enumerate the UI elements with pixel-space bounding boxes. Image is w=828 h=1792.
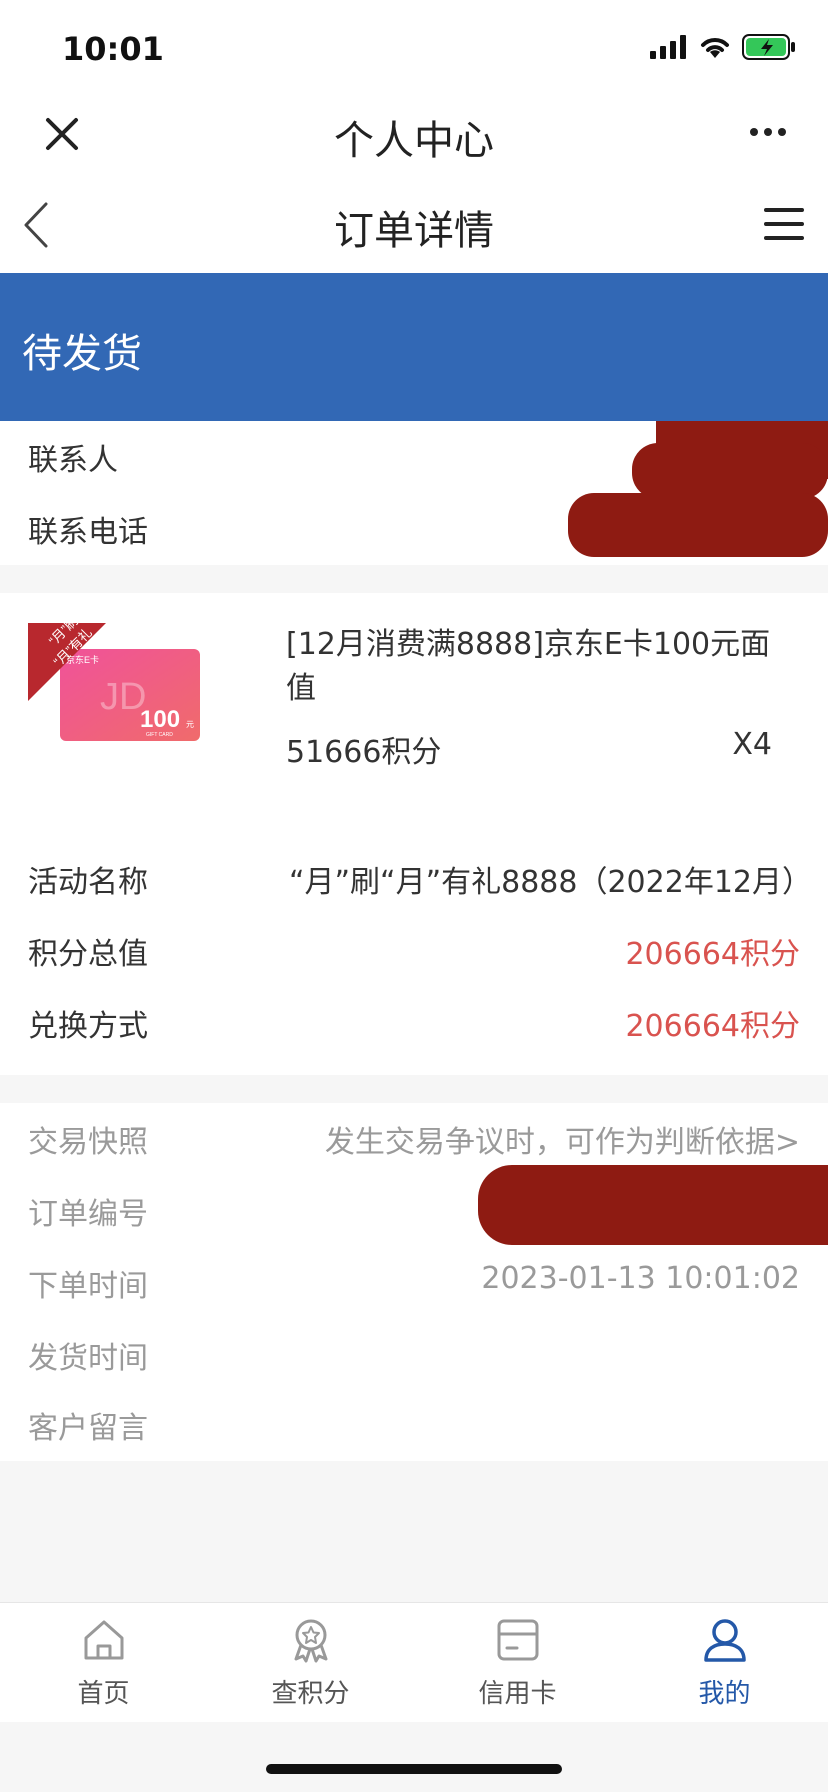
wifi-icon (701, 38, 729, 58)
redaction-mark (632, 443, 828, 499)
activity-name-value: “月”刷“月”有礼8888（2022年12月） (288, 865, 812, 900)
award-icon (294, 1619, 327, 1663)
page-header: 订单详情 (0, 180, 828, 273)
contact-section: 联系人 联系电话 (0, 421, 828, 565)
snapshot-link[interactable]: 发生交易争议时，可作为判断依据> (325, 1117, 800, 1161)
tab-home-label: 首页 (77, 1679, 130, 1709)
home-indicator-area (0, 1722, 828, 1792)
points-total-row: 积分总值 206664积分 (0, 915, 828, 987)
tab-mine-label: 我的 (698, 1679, 751, 1709)
tab-credit-card[interactable]: 信用卡 (414, 1603, 621, 1723)
order-info-section: 交易快照 发生交易争议时，可作为判断依据> 订单编号 下单时间 2023-01-… (0, 1103, 828, 1461)
ship-time-label: 发货时间 (28, 1341, 148, 1376)
exchange-method-value: 206664积分 (625, 1009, 800, 1044)
product-image: “月”刷 “月”有礼 京东E卡 JD 100 元 GIFT CARD (28, 623, 200, 741)
menu-icon[interactable] (762, 202, 806, 246)
card-value: 100 (140, 706, 180, 733)
snapshot-label: 交易快照 (28, 1125, 148, 1160)
battery-charging-icon (742, 34, 795, 60)
points-total-value: 206664积分 (625, 937, 800, 972)
status-time: 10:01 (62, 30, 164, 68)
home-indicator[interactable] (266, 1764, 562, 1774)
order-time-value: 2023-01-13 10:01:02 (481, 1261, 800, 1296)
ship-time-row: 发货时间 (0, 1319, 828, 1391)
tab-credit-card-label: 信用卡 (478, 1679, 557, 1709)
contact-phone-label: 联系电话 (28, 515, 148, 550)
more-icon[interactable] (748, 120, 788, 144)
order-status-text: 待发货 (22, 331, 142, 377)
status-bar: 10:01 (0, 0, 828, 90)
status-icons (650, 34, 796, 60)
order-number-label: 订单编号 (28, 1197, 148, 1232)
wechat-nav-bar: 个人中心 (0, 90, 828, 180)
exchange-method-row: 兑换方式 206664积分 (0, 987, 828, 1059)
remark-label: 客户留言 (28, 1411, 148, 1446)
order-time-label: 下单时间 (28, 1269, 148, 1304)
card-brand: 京东E卡 (66, 654, 99, 665)
exchange-method-label: 兑换方式 (28, 1009, 148, 1044)
home-icon (84, 1620, 123, 1660)
activity-name-label: 活动名称 (28, 865, 148, 900)
product-title: [12月消费满8888]京东E卡100元面值 (286, 627, 771, 706)
product-section: “月”刷 “月”有礼 京东E卡 JD 100 元 GIFT CARD [12月消… (0, 593, 828, 1075)
signal-icon (650, 35, 686, 59)
product-quantity: X4 (732, 727, 772, 762)
tab-home[interactable]: 首页 (0, 1603, 207, 1723)
card-icon (497, 1619, 538, 1661)
activity-name-row: 活动名称 “月”刷“月”有礼8888（2022年12月） (0, 843, 828, 915)
redaction-mark (478, 1165, 828, 1245)
product-points: 51666积分 (286, 735, 442, 770)
card-unit: 元 (186, 720, 194, 729)
redaction-mark (568, 493, 828, 557)
wechat-title: 个人中心 (334, 118, 494, 164)
card-sub: GIFT CARD (146, 732, 173, 738)
order-status-banner: 待发货 (0, 273, 828, 421)
contact-name-label: 联系人 (28, 443, 118, 478)
remark-row: 客户留言 (0, 1389, 828, 1461)
order-time-row: 下单时间 2023-01-13 10:01:02 (0, 1247, 828, 1319)
user-icon (703, 1619, 746, 1662)
tab-points-label: 查积分 (271, 1679, 350, 1709)
tab-points[interactable]: 查积分 (207, 1603, 414, 1723)
bottom-tab-bar: 首页 查积分 信用卡 我的 (0, 1602, 828, 1722)
points-total-label: 积分总值 (28, 937, 148, 972)
page-title: 订单详情 (334, 208, 494, 254)
tab-mine[interactable]: 我的 (621, 1603, 828, 1723)
